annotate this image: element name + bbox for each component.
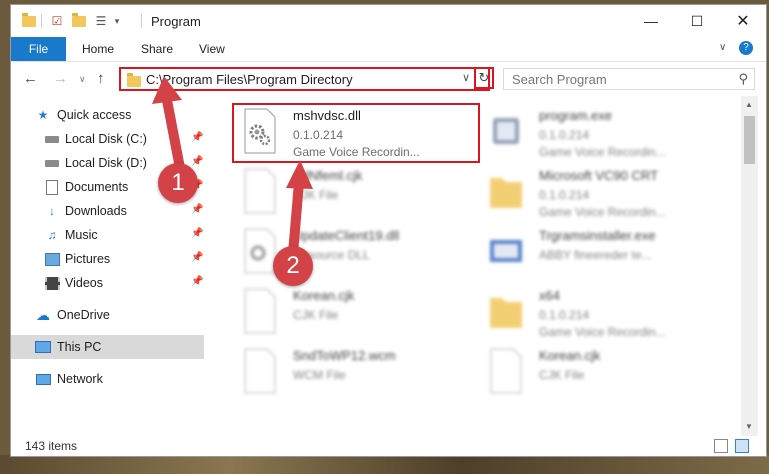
arrow-1 (161, 90, 185, 173)
arrowhead-2 (286, 160, 313, 189)
arrow-2 (288, 178, 304, 258)
arrowhead-1 (152, 76, 182, 104)
annotation-badge-2: 2 (273, 246, 313, 286)
annotation-arrows (152, 76, 313, 258)
annotation-badge-1: 1 (158, 163, 198, 203)
